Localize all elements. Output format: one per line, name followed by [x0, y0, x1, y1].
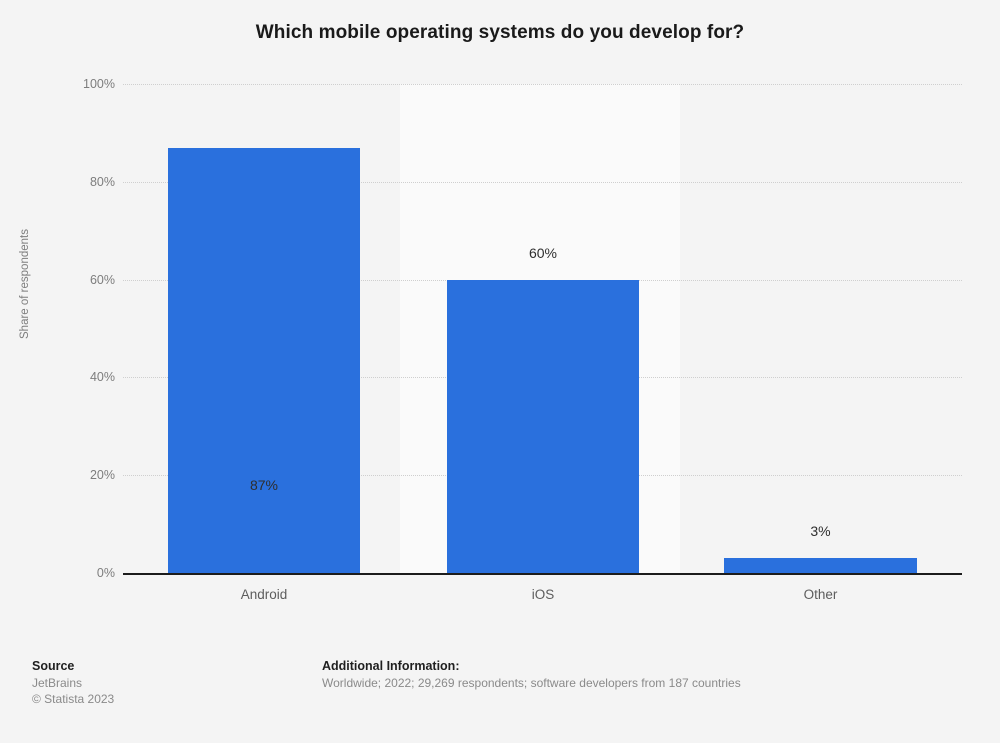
plot-area: 87% 60% 3% Android iOS Other — [123, 84, 962, 602]
source-name[interactable]: JetBrains — [32, 675, 292, 691]
y-tick-label: 80% — [89, 174, 115, 189]
additional-information-text: Worldwide; 2022; 29,269 respondents; sof… — [322, 676, 741, 690]
bar-value-other: 3% — [810, 523, 831, 540]
source-heading: Source — [32, 659, 75, 673]
y-tick-label: 20% — [89, 468, 115, 483]
copyright-text: © Statista 2023 — [32, 692, 115, 706]
x-tick-label-android: Android — [240, 587, 288, 602]
source-block: Source JetBrains © Statista 2023 — [32, 658, 292, 707]
bar-ios[interactable] — [447, 279, 639, 573]
bar-android[interactable] — [168, 147, 360, 573]
y-axis-tick-labels: 100% 80% 60% 40% 20% 0% — [53, 77, 115, 580]
additional-information-heading: Additional Information: — [322, 659, 460, 673]
bar-value-android: 87% — [249, 476, 279, 493]
gridline-100 — [123, 84, 962, 85]
x-tick-label-other: Other — [803, 587, 838, 602]
x-tick-label-ios: iOS — [531, 587, 555, 602]
page-title: Which mobile operating systems do you de… — [255, 22, 745, 43]
bar-value-ios: 60% — [528, 244, 558, 261]
additional-information-block: Additional Information: Worldwide; 2022;… — [322, 658, 942, 691]
y-tick-label: 60% — [89, 272, 115, 287]
chart-footer: Source JetBrains © Statista 2023 Additio… — [0, 650, 1000, 743]
x-axis-line — [123, 573, 962, 575]
y-tick-label: 0% — [96, 566, 115, 580]
y-tick-label: 100% — [83, 77, 115, 91]
y-axis-title: Share of respondents — [19, 229, 31, 339]
y-tick-label: 40% — [89, 370, 115, 385]
bar-other[interactable] — [724, 558, 917, 573]
